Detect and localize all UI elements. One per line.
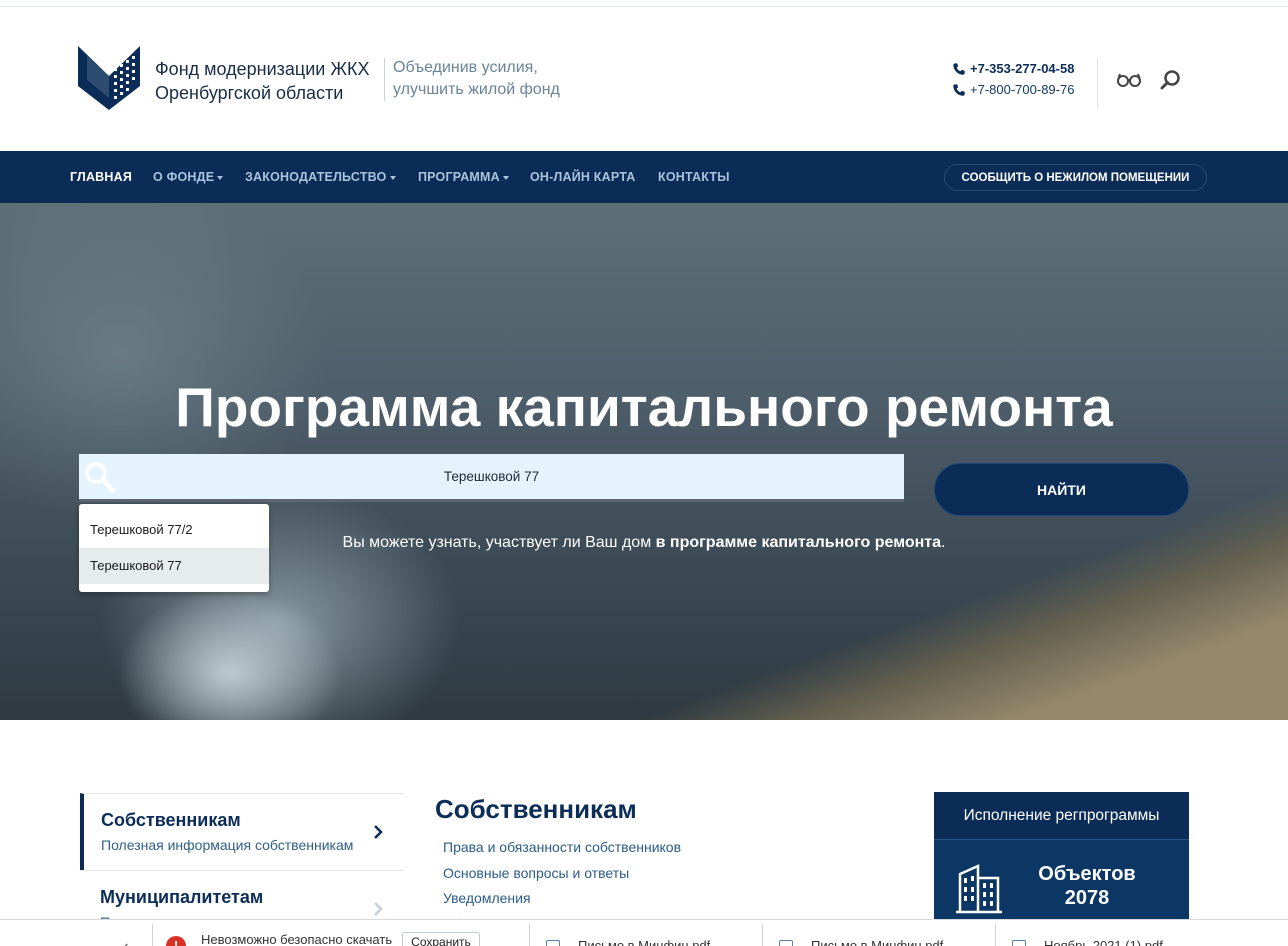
objects-count: 2078 <box>1064 887 1110 909</box>
link-owner-rights[interactable]: Права и обязанности собственников <box>443 835 681 861</box>
program-card-header: Исполнение регпрограммы <box>934 792 1189 840</box>
address-search-input[interactable] <box>79 454 904 499</box>
top-border <box>0 0 1288 7</box>
header-search-button[interactable] <box>1156 68 1184 92</box>
chevron-down-icon <box>389 175 396 180</box>
main-nav: ГЛАВНАЯ О ФОНДЕ ЗАКОНОДАТЕЛЬСТВО ПРОГРАМ… <box>0 151 1288 203</box>
download-file-name: Письмо в Минфин.pdf <box>578 938 711 946</box>
download-item[interactable]: Письмо в Минфин.pdf <box>546 938 710 946</box>
divider <box>152 924 153 946</box>
nav-program[interactable]: ПРОГРАММА <box>418 170 509 184</box>
download-item[interactable]: Письмо в Минфин.pdf <box>779 938 943 946</box>
sidebar-item-desc: Полезная информация собственникам <box>101 837 354 853</box>
brand-divider <box>384 58 385 101</box>
brand-line-2: Оренбургской области <box>155 83 344 103</box>
search-icon <box>1160 70 1180 90</box>
pdf-icon <box>1012 939 1026 946</box>
sidebar-item-owners[interactable]: Собственникам Полезная информация собств… <box>80 793 405 870</box>
sidebar-item-title: Собственникам <box>101 810 241 830</box>
brand-line-1: Фонд модернизации ЖКХ <box>155 59 370 79</box>
download-warning-text: Невозможно безопасно скачать <box>201 932 393 946</box>
divider <box>762 924 763 946</box>
phone-main-link[interactable]: +7-353-277-04-58 <box>952 58 1074 79</box>
find-button-label: НАЙТИ <box>1037 481 1086 498</box>
divider <box>529 924 530 946</box>
search-suggestions: Терешковой 77/2 Терешковой 77 <box>79 504 269 592</box>
nav-contacts[interactable]: КОНТАКТЫ <box>658 170 730 184</box>
hero-banner: Программа капитального ремонта НАЙТИ Вы … <box>0 203 1288 720</box>
slogan-line-2: улучшить жилой фонд <box>393 81 560 98</box>
nav-contacts-label: КОНТАКТЫ <box>658 170 730 184</box>
nav-legislation[interactable]: ЗАКОНОДАТЕЛЬСТВО <box>245 170 396 184</box>
phone-icon <box>953 62 965 75</box>
slogan: Объединив усилия, улучшить жилой фонд <box>393 57 560 101</box>
phone-free-number: +7-800-700-89-76 <box>970 82 1075 97</box>
link-notifications[interactable]: Уведомления <box>443 886 681 912</box>
chevron-down-icon <box>502 175 509 180</box>
download-keep-button[interactable]: Сохранить <box>402 932 480 946</box>
brand-name[interactable]: Фонд модернизации ЖКХ Оренбургской облас… <box>155 57 369 105</box>
nav-about-label: О ФОНДЕ <box>153 170 215 184</box>
header-divider <box>1097 58 1098 108</box>
download-bar-chevron-icon[interactable]: ‹ <box>124 938 128 946</box>
nav-home[interactable]: ГЛАВНАЯ <box>70 170 132 184</box>
fund-logo[interactable] <box>78 46 140 110</box>
warning-icon: ! <box>166 936 186 946</box>
download-item[interactable]: Ноябрь 2021 (1).pdf <box>1012 938 1163 946</box>
site-header: Фонд модернизации ЖКХ Оренбургской облас… <box>0 8 1288 151</box>
building-icon <box>956 864 1002 914</box>
divider <box>995 924 996 946</box>
nav-about[interactable]: О ФОНДЕ <box>153 170 224 184</box>
link-faq[interactable]: Основные вопросы и ответы <box>443 861 681 887</box>
phone-free-link[interactable]: +7-800-700-89-76 <box>952 79 1074 100</box>
chevron-right-icon <box>374 902 383 916</box>
nav-home-label: ГЛАВНАЯ <box>70 170 133 184</box>
hero-title: Программа капитального ремонта <box>0 375 1288 439</box>
hero-subtitle-regular: Вы можете узнать, участвует ли Ваш дом <box>342 534 656 551</box>
nav-online-map-label: ОН-ЛАЙН КАРТА <box>530 170 636 184</box>
objects-stat: Объектов 2078 <box>1022 862 1152 910</box>
objects-label: Объектов <box>1038 863 1136 885</box>
slogan-line-1: Объединив усилия, <box>393 59 538 76</box>
find-button[interactable]: НАЙТИ <box>934 463 1189 516</box>
download-bar: ‹ ! Невозможно безопасно скачать Сохрани… <box>0 919 1288 946</box>
pdf-icon <box>779 939 793 946</box>
report-nonresidential-button[interactable]: СООБЩИТЬ О НЕЖИЛОМ ПОМЕЩЕНИИ <box>944 164 1207 191</box>
address-search <box>79 454 904 502</box>
search-icon <box>85 462 116 493</box>
download-file-name: Ноябрь 2021 (1).pdf <box>1044 938 1163 946</box>
hero-title-bold: капитального ремонта <box>495 376 1113 438</box>
owners-heading: Собственникам <box>435 794 637 824</box>
hero-title-regular: Программа <box>175 376 496 438</box>
phone-list: +7-353-277-04-58 +7-800-700-89-76 <box>952 58 1074 100</box>
suggestion-item-selected[interactable]: Терешковой 77 <box>79 548 269 584</box>
hero-subtitle-bold: в программе капитального ремонта <box>655 534 941 551</box>
glasses-icon <box>1117 73 1141 87</box>
nav-online-map[interactable]: ОН-ЛАЙН КАРТА <box>530 170 636 184</box>
nav-legislation-label: ЗАКОНОДАТЕЛЬСТВО <box>245 170 387 184</box>
report-button-label: СООБЩИТЬ О НЕЖИЛОМ ПОМЕЩЕНИИ <box>961 171 1190 184</box>
chevron-right-icon <box>374 825 383 839</box>
phone-main-number: +7-353-277-04-58 <box>970 61 1075 76</box>
sidebar-item-title: Муниципалитетам <box>100 887 264 907</box>
phone-icon <box>953 83 965 96</box>
chevron-down-icon <box>217 175 224 180</box>
accessibility-button[interactable] <box>1115 68 1143 92</box>
download-file-name: Письмо в Минфин.pdf <box>811 938 944 946</box>
pdf-icon <box>546 939 560 946</box>
nav-program-label: ПРОГРАММА <box>418 170 500 184</box>
hero-subtitle-end: . <box>941 534 946 551</box>
suggestion-item[interactable]: Терешковой 77/2 <box>79 512 269 548</box>
